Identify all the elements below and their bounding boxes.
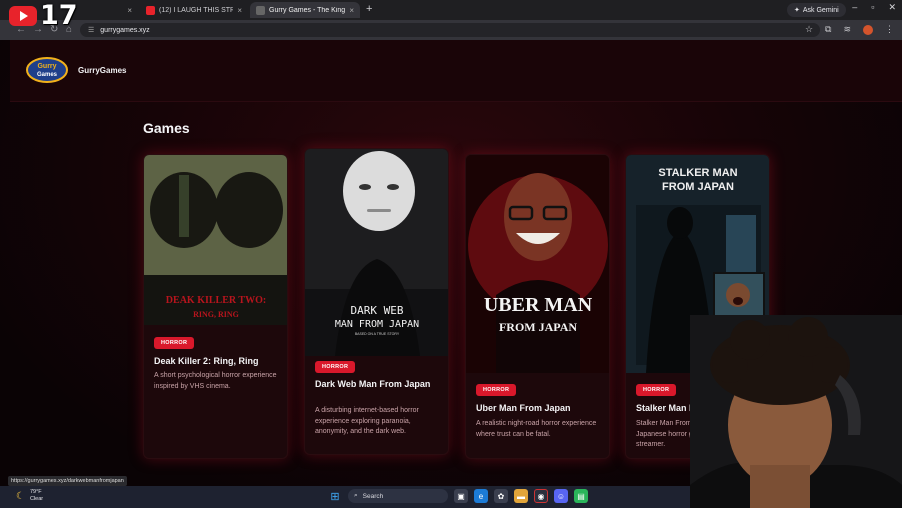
search-icon: ⌕ <box>354 492 358 499</box>
game-description: A short psychological horror experience … <box>154 372 277 390</box>
thumbnail-subtitle: FROM JAPAN <box>662 181 734 193</box>
genre-badge: HORROR <box>476 384 517 396</box>
site-name[interactable]: GurryGames <box>78 66 126 75</box>
reading-mode-icon[interactable]: ≋ <box>843 24 851 35</box>
thumbnail-subtitle: RING, RING <box>193 310 239 319</box>
browser-tab-3[interactable]: Gurry Games - The King Of Ho × <box>250 2 360 18</box>
taskbar-apps: ⊞ ⌕ Search ▣ e ✿ ▬ ◉ ☺ ▤ <box>328 489 588 503</box>
menu-icon[interactable]: ⋮ <box>885 24 894 35</box>
window-controls: – ▫ ✕ <box>852 2 896 13</box>
game-thumbnail: UBER MAN FROM JAPAN <box>466 155 609 373</box>
screen: × (12) I LAUGH THIS STREAM EN × Gurry Ga… <box>0 0 902 508</box>
chrome-icon[interactable]: ◉ <box>534 489 548 503</box>
sparkle-icon: ✦ <box>794 7 800 14</box>
game-title[interactable]: Uber Man From Japan <box>476 402 604 414</box>
minimize-icon[interactable]: – <box>852 2 857 13</box>
thumbnail-subtitle: MAN FROM JAPAN <box>335 319 419 330</box>
game-description: A disturbing internet-based horror exper… <box>315 407 419 435</box>
browser-toolbar: ← → ↻ ⌂ ☰ gurrygames.xyz ☆ ⧉ ≋ ⋮ <box>0 20 902 40</box>
thumbnail-title: DARK WEB <box>351 304 404 317</box>
weather-condition: Clear <box>29 496 44 502</box>
browser-tab-2[interactable]: (12) I LAUGH THIS STREAM EN × <box>140 2 248 18</box>
thumbnail-subtitle: FROM JAPAN <box>499 320 577 334</box>
url-text: gurrygames.xyz <box>100 26 150 34</box>
game-description: A realistic night-road horror experience… <box>476 420 597 438</box>
game-thumbnail: DARK WEB MAN FROM JAPAN BASED ON A TRUE … <box>305 149 448 356</box>
search-placeholder: Search <box>362 492 384 500</box>
tab-title: Gurry Games - The King Of Ho <box>269 6 346 14</box>
viewer-count: 17 <box>40 0 78 31</box>
ask-gemini-label: Ask Gemini <box>802 6 839 14</box>
site-info-icon[interactable]: ☰ <box>88 26 94 34</box>
game-card-uber-man[interactable]: UBER MAN FROM JAPAN HORROR Uber Man From… <box>465 154 610 459</box>
youtube-icon <box>146 5 155 15</box>
taskbar-search[interactable]: ⌕ Search <box>348 489 448 503</box>
new-tab-button[interactable]: + <box>366 3 372 15</box>
maximize-icon[interactable]: ▫ <box>871 2 874 13</box>
genre-badge: HORROR <box>636 384 677 396</box>
browser-tab-bar: × (12) I LAUGH THIS STREAM EN × Gurry Ga… <box>0 0 902 20</box>
extensions-icon[interactable]: ⧉ <box>825 24 831 35</box>
webcam-overlay <box>690 315 902 508</box>
weather-widget[interactable]: ☾ 79°F Clear <box>16 489 43 503</box>
thumbnail-title: UBER MAN <box>484 294 593 316</box>
bookmark-star-icon[interactable]: ☆ <box>805 24 813 35</box>
profile-avatar[interactable] <box>863 24 873 35</box>
close-tab-icon[interactable]: × <box>349 6 354 15</box>
logo-text-line2: Games <box>37 72 58 78</box>
thumbnail-title: DEAK KILLER TWO: <box>166 295 266 306</box>
close-tab-icon[interactable]: × <box>237 6 242 15</box>
site-favicon-icon <box>256 5 265 15</box>
ask-gemini-button[interactable]: ✦ Ask Gemini <box>787 3 846 17</box>
genre-badge: HORROR <box>315 361 356 373</box>
game-card-deak-killer-2[interactable]: DEAK KILLER TWO: RING, RING HORROR Deak … <box>143 154 288 459</box>
site-header: Gurry Games GurryGames <box>10 40 902 102</box>
status-bar-url: https://gurrygames.xyz/darkwebmanfromjap… <box>8 476 127 486</box>
gurry-games-logo[interactable]: Gurry Games <box>26 56 68 84</box>
app-icon[interactable]: ▤ <box>574 489 588 503</box>
file-explorer-icon[interactable]: ▬ <box>514 489 528 503</box>
thumbnail-title: STALKER MAN <box>658 167 737 179</box>
copilot-icon[interactable]: ✿ <box>494 489 508 503</box>
address-bar[interactable]: ☰ gurrygames.xyz <box>80 23 820 37</box>
game-title[interactable]: Deak Killer 2: Ring, Ring <box>154 355 282 367</box>
edge-icon[interactable]: e <box>474 489 488 503</box>
close-window-icon[interactable]: ✕ <box>888 2 896 13</box>
section-title: Games <box>143 120 190 136</box>
discord-icon[interactable]: ☺ <box>554 489 568 503</box>
weather-temperature: 79°F <box>29 489 42 495</box>
genre-badge: HORROR <box>154 337 195 349</box>
logo-text-line1: Gurry <box>37 63 56 70</box>
thumbnail-tagline: BASED ON A TRUE STORY <box>355 332 400 336</box>
windows-taskbar: ☾ 79°F Clear ⊞ ⌕ Search ▣ e ✿ ▬ ◉ ☺ ▤ <box>0 486 690 508</box>
moon-icon: ☾ <box>16 490 25 502</box>
game-thumbnail: DEAK KILLER TWO: RING, RING <box>144 155 287 325</box>
task-view-icon[interactable]: ▣ <box>454 489 468 503</box>
close-tab-icon[interactable]: × <box>127 6 132 15</box>
windows-start-icon[interactable]: ⊞ <box>328 489 342 503</box>
youtube-logo-icon <box>9 6 37 26</box>
toolbar-actions: ☆ ⧉ ≋ ⋮ <box>805 24 894 35</box>
tab-title: (12) I LAUGH THIS STREAM EN <box>159 6 234 14</box>
game-card-dark-web-man[interactable]: DARK WEB MAN FROM JAPAN BASED ON A TRUE … <box>304 148 449 455</box>
game-title[interactable]: Dark Web Man From Japan <box>315 378 433 390</box>
